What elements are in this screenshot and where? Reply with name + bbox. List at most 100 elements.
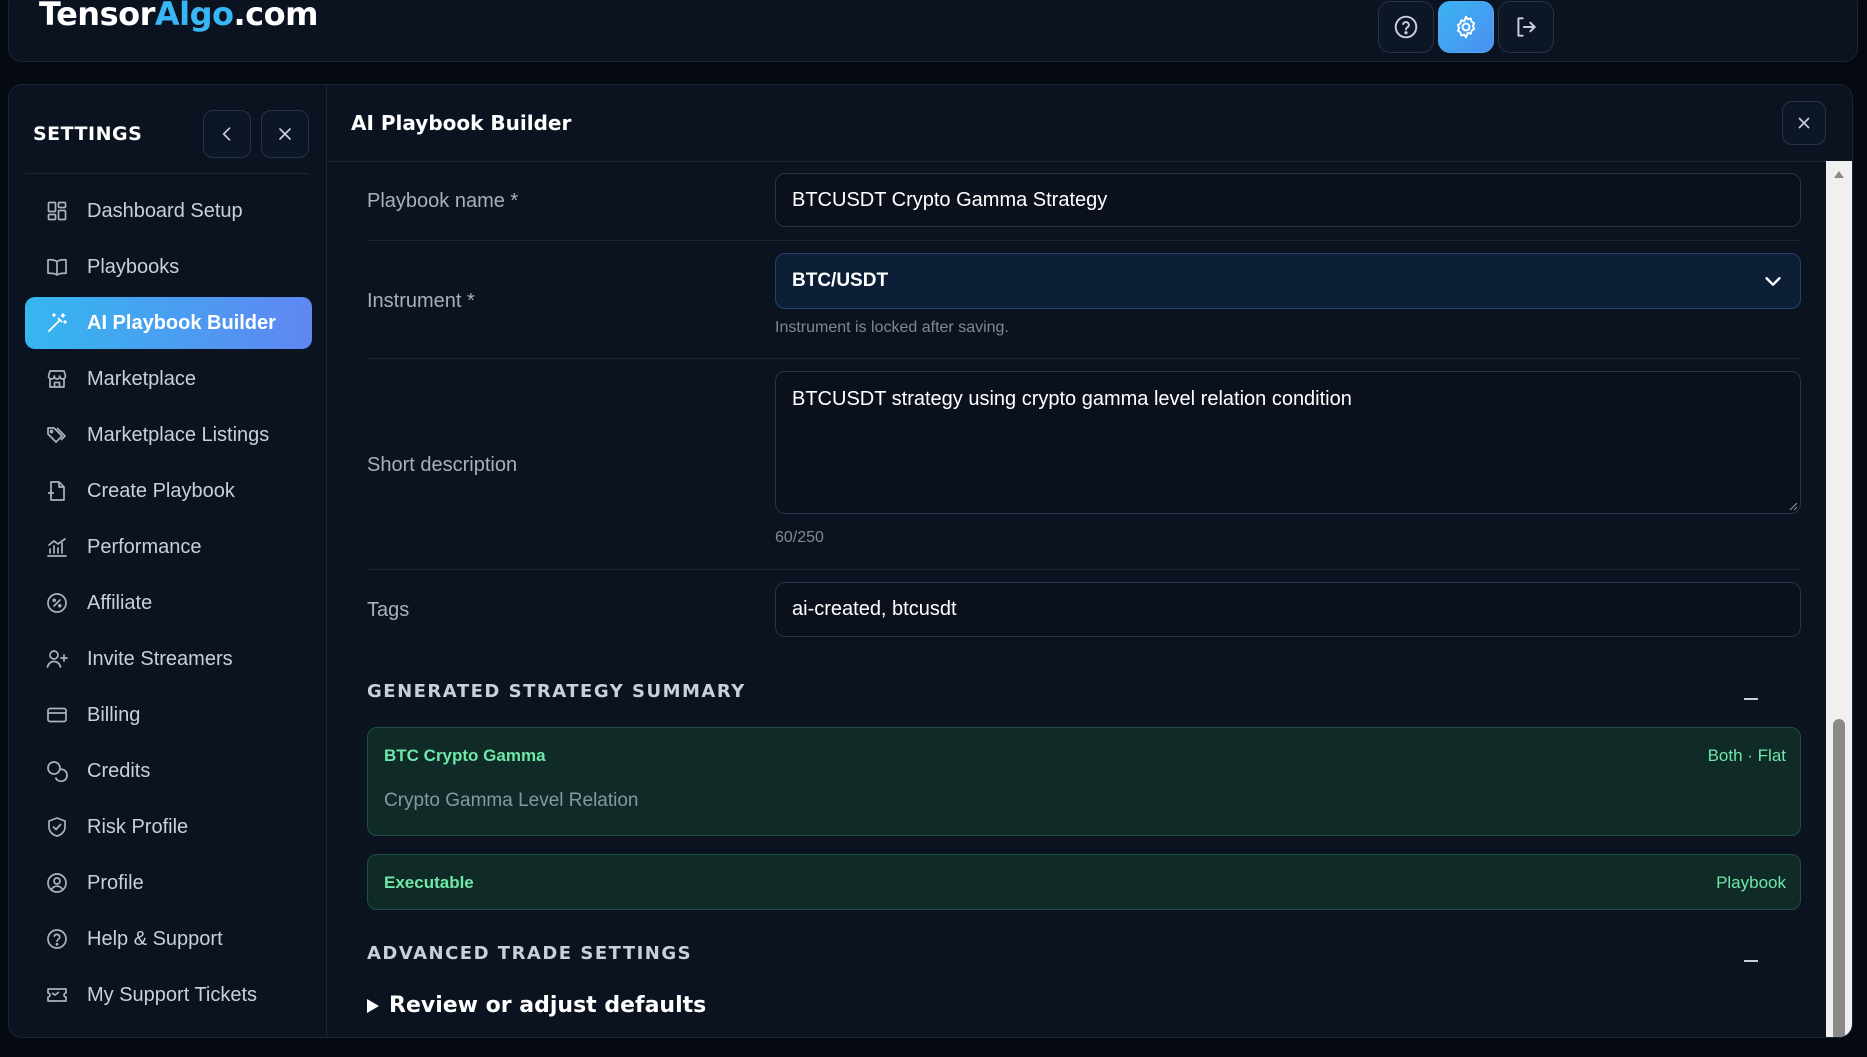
tags-value: ai-created, btcusdt [792, 598, 957, 620]
sidebar: SETTINGS Dashboard Setup Playbooks AI Pl… [9, 85, 327, 1037]
logout-icon [1517, 17, 1536, 37]
executable-card-title: Executable [384, 873, 474, 892]
advanced-settings-heading: ADVANCED TRADE SETTINGS [367, 943, 693, 964]
sidebar-item-label: Affiliate [87, 591, 153, 614]
help-icon [47, 929, 67, 949]
collapse-summary-toggle[interactable] [1744, 698, 1758, 700]
review-defaults-label: Review or adjust defaults [389, 993, 707, 1018]
scroll-up-arrow-icon[interactable] [1834, 171, 1844, 178]
sidebar-item-label: Dashboard Setup [87, 199, 243, 222]
chevron-left-icon [222, 127, 231, 141]
close-icon [279, 128, 291, 140]
sidebar-item-label: Invite Streamers [87, 647, 233, 670]
sidebar-item-risk-profile[interactable]: Risk Profile [25, 801, 312, 853]
store-icon [47, 370, 67, 388]
sidebar-item-marketplace[interactable]: Marketplace [25, 353, 312, 405]
settings-panel: SETTINGS Dashboard Setup Playbooks AI Pl… [8, 84, 1853, 1038]
instrument-hint: Instrument is locked after saving. [775, 319, 1009, 336]
sidebar-item-affiliate[interactable]: Affiliate [25, 577, 312, 629]
collapse-advanced-toggle[interactable] [1744, 960, 1758, 962]
sidebar-item-help-support[interactable]: Help & Support [25, 913, 312, 965]
description-char-count: 60/250 [775, 529, 824, 546]
sidebar-item-label: Profile [87, 871, 144, 894]
help-button[interactable] [1378, 1, 1434, 53]
gear-icon [1456, 15, 1476, 39]
close-icon [1798, 117, 1810, 129]
sidebar-item-label: Performance [87, 535, 202, 558]
sidebar-item-billing[interactable]: Billing [25, 689, 312, 741]
sidebar-item-dashboard-setup[interactable]: Dashboard Setup [25, 185, 312, 237]
disclosure-triangle-icon [367, 998, 379, 1013]
close-sidebar-button[interactable] [261, 110, 309, 158]
sidebar-item-profile[interactable]: Profile [25, 857, 312, 909]
sidebar-item-credits[interactable]: Credits [25, 745, 312, 797]
sidebar-item-ai-playbook-builder[interactable]: AI Playbook Builder [25, 297, 312, 349]
row-divider [367, 240, 1801, 241]
playbook-name-input[interactable]: BTCUSDT Crypto Gamma Strategy [775, 173, 1801, 227]
top-bar: TensorAlgo.com [8, 0, 1858, 62]
logo-part-algo: Algo [154, 0, 234, 33]
sidebar-item-label: Risk Profile [87, 815, 189, 838]
sidebar-item-label: Help & Support [87, 927, 223, 950]
instrument-select[interactable]: BTC/USDT [775, 253, 1801, 309]
logo-part-tensor: Tensor [39, 0, 155, 33]
coins-icon [47, 761, 68, 783]
sidebar-item-playbooks[interactable]: Playbooks [25, 241, 312, 293]
content-scrollbar[interactable] [1826, 161, 1852, 1037]
main-content: AI Playbook Builder Playbook name * BTCU… [327, 85, 1852, 1037]
strategy-card-title: BTC Crypto Gamma [384, 746, 546, 765]
resize-handle-icon[interactable] [1788, 501, 1798, 511]
user-circle-icon [47, 873, 67, 893]
strategy-card-condition: Crypto Gamma Level Relation [384, 790, 639, 811]
sidebar-item-label: Billing [87, 703, 141, 726]
review-defaults-toggle[interactable]: Review or adjust defaults [367, 993, 706, 1018]
sidebar-item-label: AI Playbook Builder [87, 311, 276, 334]
page-title: AI Playbook Builder [351, 111, 572, 135]
tags-icon [47, 427, 66, 443]
sidebar-item-label: Marketplace [87, 367, 196, 390]
logo-part-com: .com [233, 0, 319, 33]
sidebar-item-invite-streamers[interactable]: Invite Streamers [25, 633, 312, 685]
collapse-sidebar-button[interactable] [203, 110, 251, 158]
description-label: Short description [367, 454, 518, 476]
instrument-label: Instrument * [367, 290, 475, 312]
sidebar-item-label: Credits [87, 759, 151, 782]
strategy-card: BTC Crypto Gamma Both · Flat Crypto Gamm… [367, 727, 1801, 836]
sidebar-item-create-playbook[interactable]: Create Playbook [25, 465, 312, 517]
chevron-down-icon [1765, 277, 1781, 286]
strategy-summary-heading: GENERATED STRATEGY SUMMARY [367, 681, 746, 702]
row-divider [367, 569, 1801, 570]
tags-input[interactable]: ai-created, btcusdt [775, 582, 1801, 637]
row-divider [367, 358, 1801, 359]
file-plus-icon [48, 481, 65, 501]
book-icon [47, 258, 67, 276]
sidebar-item-performance[interactable]: Performance [25, 521, 312, 573]
logo[interactable]: TensorAlgo.com [39, 0, 318, 33]
dashboard-icon [47, 201, 67, 221]
playbook-name-value: BTCUSDT Crypto Gamma Strategy [792, 188, 1108, 211]
sidebar-item-label: Marketplace Listings [87, 423, 270, 446]
logout-button[interactable] [1498, 1, 1554, 53]
percent-badge-icon [47, 593, 67, 613]
sidebar-title: SETTINGS [33, 123, 143, 145]
magic-wand-icon [48, 313, 67, 332]
scroll-thumb[interactable] [1833, 719, 1845, 1037]
sidebar-item-label: My Support Tickets [87, 983, 258, 1006]
close-builder-button[interactable] [1782, 101, 1826, 145]
chart-icon [47, 538, 67, 557]
playbook-name-label: Playbook name * [367, 190, 519, 212]
sidebar-item-marketplace-listings[interactable]: Marketplace Listings [25, 409, 312, 461]
sidebar-item-label: Create Playbook [87, 479, 235, 502]
ticket-icon [47, 988, 67, 1002]
instrument-value: BTC/USDT [792, 270, 889, 291]
credit-card-icon [47, 707, 67, 723]
header-divider [327, 161, 1852, 162]
scroll-down-arrow-icon[interactable] [1834, 1022, 1844, 1029]
executable-card: Executable Playbook [367, 854, 1801, 910]
settings-button[interactable] [1438, 1, 1494, 53]
sidebar-item-my-support-tickets[interactable]: My Support Tickets [25, 969, 312, 1021]
description-textarea[interactable]: BTCUSDT strategy using crypto gamma leve… [775, 371, 1801, 514]
strategy-card-direction: Both · Flat [1707, 746, 1786, 765]
user-plus-icon [46, 650, 68, 668]
help-icon [1394, 15, 1418, 39]
